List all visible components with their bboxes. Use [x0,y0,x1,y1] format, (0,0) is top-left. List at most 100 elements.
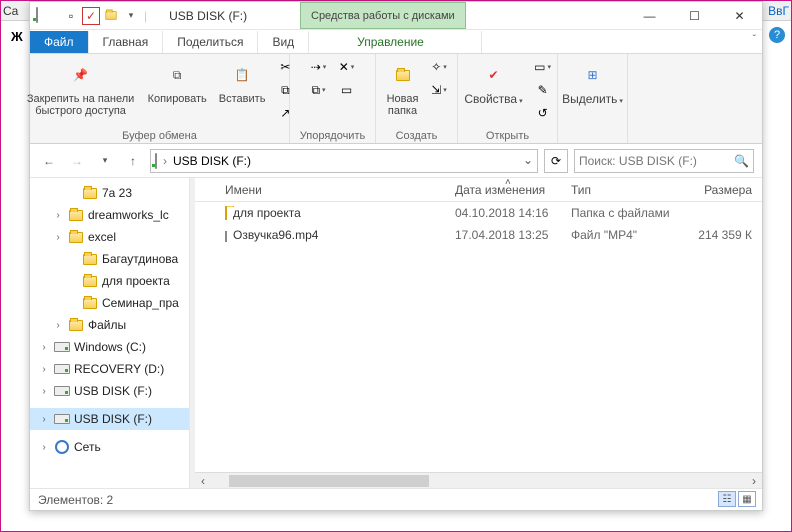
copyto-button[interactable]: ⧉▾ [309,80,329,100]
tree-node[interactable]: › Сеть [30,436,189,458]
select-icon: ⊞ [577,59,609,91]
tree-node-label: Файлы [88,318,189,332]
history-button[interactable]: ↺ [533,103,553,123]
tab-home[interactable]: Главная [89,31,164,53]
edit-button[interactable]: ✎ [533,80,553,100]
delete-button[interactable]: ✕▾ [337,57,357,77]
back-button[interactable]: ← [38,150,60,172]
expand-icon[interactable]: › [38,364,50,375]
address-bar[interactable]: › USB DISK (F:) ⌄ [150,149,538,173]
search-box[interactable]: 🔍 [574,149,754,173]
file-date: 17.04.2018 13:25 [455,228,571,242]
qat-item[interactable]: ▫ [62,7,80,25]
tree-node-label: USB DISK (F:) [74,412,189,426]
view-large-icons-button[interactable]: ▦ [738,491,756,507]
col-name[interactable]: Имени [225,183,455,197]
tree-node[interactable]: Семинар_пра [30,292,189,314]
rename-button[interactable]: ▭ [337,80,357,100]
search-icon[interactable]: 🔍 [734,154,749,168]
expand-icon[interactable]: › [52,232,64,243]
search-input[interactable] [579,154,734,168]
tree-node[interactable]: для проекта [30,270,189,292]
ribbon-collapse-icon[interactable]: ˇ [753,34,756,45]
close-button[interactable]: ✕ [717,2,762,30]
view-details-button[interactable]: ☷ [718,491,736,507]
expand-icon[interactable]: › [38,442,50,453]
breadcrumb-current[interactable]: USB DISK (F:) [173,154,251,168]
group-clipboard-label: Буфер обмена [122,128,197,142]
navigation-tree[interactable]: 7а 23›dreamworks_lс›excelБагаутдиновадля… [30,178,190,488]
col-size[interactable]: Размера [687,183,762,197]
group-new-label: Создать [396,128,438,142]
tree-node[interactable]: 7а 23 [30,182,189,204]
net-icon [54,439,70,455]
copy-button[interactable]: ⧉ Копировать [146,57,209,107]
host-right-fragment: ВвГ [768,4,789,18]
folder-icon [68,317,84,333]
qat-dropdown[interactable]: ▾ [122,7,140,25]
tree-node[interactable]: ›USB DISK (F:) [30,380,189,402]
drive-icon [54,361,70,377]
drive-icon [54,339,70,355]
column-headers: Имени Дата изменения Тип Размера ˄ [195,178,762,202]
easy-access-button[interactable]: ⇲▾ [429,80,449,100]
chevron-right-icon[interactable]: › [163,154,167,168]
col-date[interactable]: Дата изменения [455,183,571,197]
tree-node[interactable]: › USB DISK (F:) [30,408,189,430]
select-button[interactable]: ⊞ Выделить▾ [560,57,625,110]
tab-share[interactable]: Поделиться [163,31,258,53]
expand-icon[interactable]: › [38,414,50,425]
list-row[interactable]: Озвучка96.mp417.04.2018 13:25Файл "MP4"2… [195,224,762,246]
new-folder-button[interactable]: Новая папка [384,57,421,119]
address-dropdown-icon[interactable]: ⌄ [523,153,533,167]
folder-icon [82,273,98,289]
contextual-tab-label: Средства работы с дисками [300,2,466,29]
up-button[interactable]: ↑ [122,150,144,172]
tree-node[interactable]: Багаутдинова [30,248,189,270]
tree-node-label: Семинар_пра [102,296,189,310]
expand-icon[interactable]: › [52,320,64,331]
pin-to-quick-access-button[interactable]: 📌 Закрепить на панели быстрого доступа [24,57,138,119]
horizontal-scrollbar[interactable]: ‹ › [195,472,762,488]
forward-button[interactable]: → [66,150,88,172]
refresh-button[interactable]: ⟳ [544,149,568,173]
moveto-button[interactable]: ⇢▾ [309,57,329,77]
expand-icon[interactable]: › [38,386,50,397]
file-list[interactable]: Имени Дата изменения Тип Размера ˄ для п… [195,178,762,488]
tab-manage[interactable]: Управление [300,31,482,53]
file-name: для проекта [233,206,301,220]
drive-icon [155,154,157,168]
tab-file[interactable]: Файл [30,31,89,53]
qat-checkbox[interactable]: ✓ [82,7,100,25]
properties-button[interactable]: ✔ Свойства▾ [462,57,524,110]
open-button[interactable]: ▭▾ [533,57,553,77]
paste-button[interactable]: 📋 Вставить [217,57,268,107]
recent-locations-button[interactable]: ▾ [94,150,116,172]
tree-node[interactable]: › Файлы [30,314,189,336]
scroll-left-icon[interactable]: ‹ [195,474,211,488]
scroll-right-icon[interactable]: › [746,474,762,488]
expand-icon[interactable]: › [52,210,64,221]
folder-icon [68,229,84,245]
window-title: USB DISK (F:) [169,9,247,23]
minimize-button[interactable]: — [627,2,672,30]
tree-node-label: Windows (C:) [74,340,189,354]
scroll-thumb[interactable] [229,475,429,487]
new-item-button[interactable]: ✧▾ [429,57,449,77]
col-type[interactable]: Тип [571,183,687,197]
tree-node-label: Сеть [74,440,189,454]
tree-node[interactable]: › Windows (C:) [30,336,189,358]
qat-folder[interactable] [102,7,120,25]
expand-icon[interactable]: › [38,342,50,353]
file-explorer-window: ▫ ✓ ▾ | USB DISK (F:) Средства работы с … [29,1,763,511]
folder-icon [82,251,98,267]
list-row[interactable]: для проекта04.10.2018 14:16Папка с файла… [195,202,762,224]
help-icon[interactable]: ? [769,27,785,43]
tree-node[interactable]: ›RECOVERY (D:) [30,358,189,380]
status-bar: Элементов: 2 ☷ ▦ [30,488,762,510]
tree-node[interactable]: › excel [30,226,189,248]
drive-icon [54,411,70,427]
maximize-button[interactable]: ☐ [672,2,717,30]
tree-node[interactable]: ›dreamworks_lс [30,204,189,226]
tree-node-label: excel [88,230,189,244]
